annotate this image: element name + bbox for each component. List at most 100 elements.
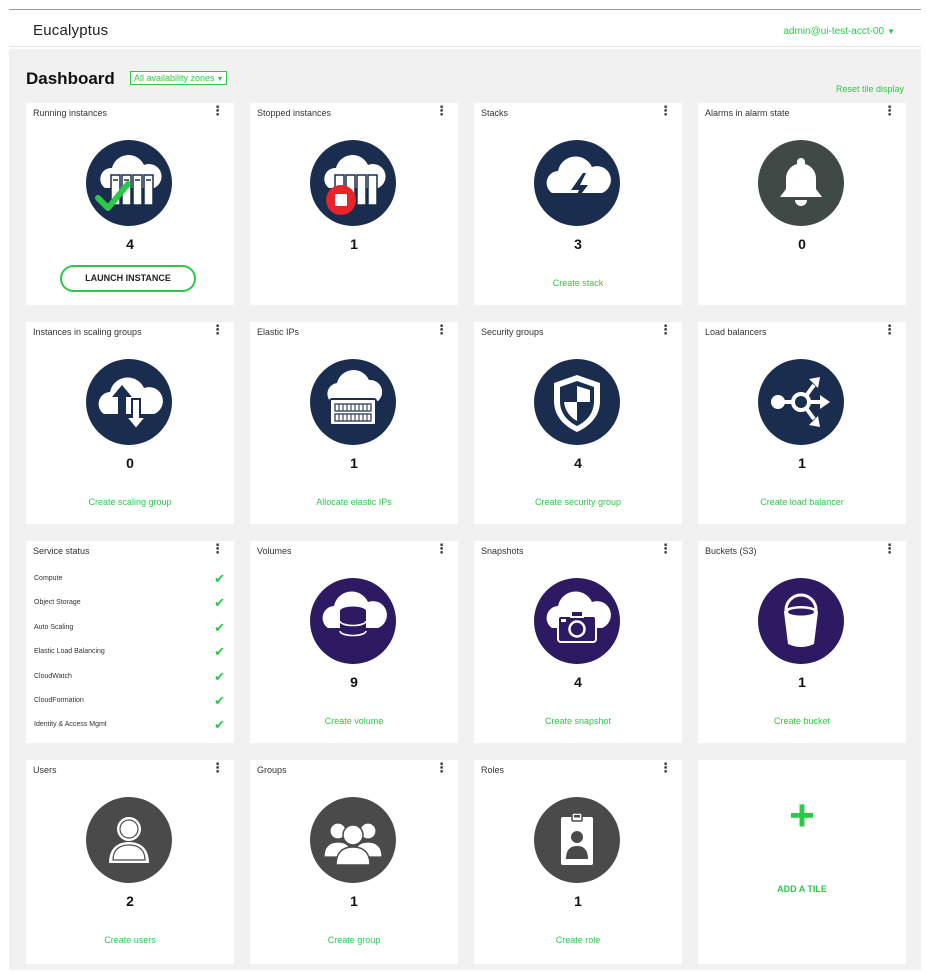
tile-running-instances[interactable]: Running instances ⋮ 4 LAUNCH INSTANCE	[26, 103, 234, 305]
tile-menu-icon[interactable]: ⋮	[435, 323, 448, 336]
check-icon: ✔	[214, 571, 225, 586]
tile-groups[interactable]: Groups ⋮ 1 Create group	[250, 760, 458, 964]
load-balancer-icon	[758, 359, 844, 445]
tile-menu-icon[interactable]: ⋮	[659, 761, 672, 774]
shield-icon	[534, 359, 620, 445]
tile-menu-icon[interactable]: ⋮	[211, 323, 224, 336]
check-icon: ✔	[214, 619, 225, 635]
service-row: Object Storage ✔	[34, 595, 229, 619]
role-badge-icon	[534, 797, 620, 883]
tile-menu-icon[interactable]: ⋮	[435, 104, 448, 117]
chevron-down-icon: ▼	[887, 27, 895, 36]
create-snapshot-link[interactable]: Create snapshot	[474, 716, 682, 726]
bucket-icon	[758, 578, 844, 664]
chevron-down-icon: ▼	[216, 76, 224, 83]
service-name: Compute	[34, 575, 63, 582]
tile-stopped-instances[interactable]: Stopped instances ⋮ 1	[250, 103, 458, 305]
tile-menu-icon[interactable]: ⋮	[435, 761, 448, 774]
tile-menu-icon[interactable]: ⋮	[659, 323, 672, 336]
cloud-server-stopped-icon	[310, 140, 396, 226]
cloud-lightning-icon	[534, 140, 620, 226]
create-group-link[interactable]: Create group	[250, 935, 458, 945]
cloud-server-running-icon	[86, 140, 172, 226]
service-name: CloudFormation	[34, 696, 84, 704]
tile-count: 4	[574, 674, 582, 690]
launch-instance-button[interactable]: LAUNCH INSTANCE	[60, 265, 196, 292]
tile-title: Stacks	[481, 108, 509, 118]
tile-count: 0	[126, 455, 134, 471]
tile-count: 4	[574, 455, 582, 471]
tile-volumes[interactable]: Volumes ⋮ 9 Create volume	[250, 541, 458, 743]
cloud-up-down-icon	[86, 359, 172, 445]
tile-title: Elastic IPs	[257, 327, 300, 337]
user-icon	[86, 797, 172, 883]
tile-stacks[interactable]: Stacks ⋮ 3 Create stack	[474, 103, 682, 305]
tile-title: Running instances	[33, 108, 108, 118]
tile-count: 1	[798, 455, 806, 471]
create-load-balancer-link[interactable]: Create load balancer	[698, 497, 906, 507]
tile-menu-icon[interactable]: ⋮	[659, 104, 672, 117]
tile-menu-icon[interactable]: ⋮	[883, 104, 896, 117]
tile-count: 1	[350, 236, 358, 252]
cloud-camera-icon	[534, 578, 620, 664]
tile-elastic-ips[interactable]: Elastic IPs ⋮ 1 Allocate elastic IPs	[250, 322, 458, 524]
create-scaling-group-link[interactable]: Create scaling group	[26, 497, 234, 507]
tile-count: 1	[350, 893, 358, 909]
tile-snapshots[interactable]: Snapshots ⋮ 4 Create snapshot	[474, 541, 682, 743]
allocate-elastic-ips-link[interactable]: Allocate elastic IPs	[250, 497, 458, 507]
tile-scaling-instances[interactable]: Instances in scaling groups ⋮ 0 Create s…	[26, 322, 234, 524]
check-icon: ✔	[214, 717, 225, 733]
tile-menu-icon[interactable]: ⋮	[211, 104, 224, 117]
service-name: CloudWatch	[34, 672, 72, 680]
user-menu-label: admin@ui-test-acct-00	[783, 26, 885, 37]
cloud-database-icon	[310, 578, 396, 664]
tile-count: 2	[126, 893, 134, 909]
service-row: Compute ✔	[34, 571, 229, 595]
tile-title: Stopped instances	[257, 108, 332, 118]
add-tile-label[interactable]: ADD A TILE	[698, 884, 906, 894]
brand-logo[interactable]: Eucalyptus	[33, 22, 108, 39]
tile-service-status[interactable]: Service status ⋮ Compute ✔ Object Storage…	[26, 541, 234, 743]
zone-select[interactable]: All availability zones ▼	[130, 71, 228, 85]
top-bar: Eucalyptus admin@ui-test-acct-00 ▼	[9, 9, 921, 47]
tile-add-tile[interactable]: + ADD A TILE	[698, 760, 906, 964]
tile-count: 0	[798, 236, 806, 252]
tile-alarms[interactable]: Alarms in alarm state ⋮ 0	[698, 103, 906, 305]
service-row: CloudWatch ✔	[34, 669, 229, 693]
tile-title: Roles	[481, 765, 505, 775]
check-icon: ✔	[214, 644, 225, 660]
check-icon: ✔	[214, 668, 225, 684]
tile-count: 9	[350, 674, 358, 690]
user-menu[interactable]: admin@ui-test-acct-00 ▼	[783, 26, 895, 37]
tile-load-balancers[interactable]: Load balancers ⋮ 1 Create load balancer	[698, 322, 906, 524]
tile-menu-icon[interactable]: ⋮	[883, 323, 896, 336]
service-row: Identity & Access Mgmt ✔	[34, 717, 229, 741]
service-name: Auto Scaling	[34, 623, 74, 631]
plus-icon[interactable]: +	[698, 786, 906, 846]
tile-menu-icon[interactable]: ⋮	[659, 542, 672, 555]
create-users-link[interactable]: Create users	[26, 935, 234, 945]
tile-roles[interactable]: Roles ⋮ 1 Create role	[474, 760, 682, 964]
group-icon	[310, 797, 396, 883]
service-status-list: Compute ✔ Object Storage ✔ Auto Scaling ✔ E…	[34, 571, 229, 742]
tile-count: 1	[798, 674, 806, 690]
tile-users[interactable]: Users ⋮ 2 Create users	[26, 760, 234, 964]
create-security-group-link[interactable]: Create security group	[474, 497, 682, 507]
create-volume-link[interactable]: Create volume	[250, 716, 458, 726]
tile-title: Load balancers	[705, 327, 767, 337]
tile-menu-icon[interactable]: ⋮	[211, 761, 224, 774]
tile-count: 3	[574, 236, 582, 252]
reset-tile-display-link[interactable]: Reset tile display	[836, 84, 904, 94]
create-role-link[interactable]: Create role	[474, 935, 682, 945]
create-stack-link[interactable]: Create stack	[474, 278, 682, 288]
tile-title: Users	[33, 765, 57, 775]
tile-title: Buckets (S3)	[705, 546, 757, 556]
tile-buckets[interactable]: Buckets (S3) ⋮ 1 Create bucket	[698, 541, 906, 743]
service-row: CloudFormation ✔	[34, 693, 229, 717]
tile-menu-icon[interactable]: ⋮	[883, 542, 896, 555]
tile-menu-icon[interactable]: ⋮	[211, 542, 224, 555]
service-name: Object Storage	[34, 599, 81, 607]
create-bucket-link[interactable]: Create bucket	[698, 716, 906, 726]
tile-menu-icon[interactable]: ⋮	[435, 542, 448, 555]
tile-security-groups[interactable]: Security groups ⋮ 4 Create security grou…	[474, 322, 682, 524]
